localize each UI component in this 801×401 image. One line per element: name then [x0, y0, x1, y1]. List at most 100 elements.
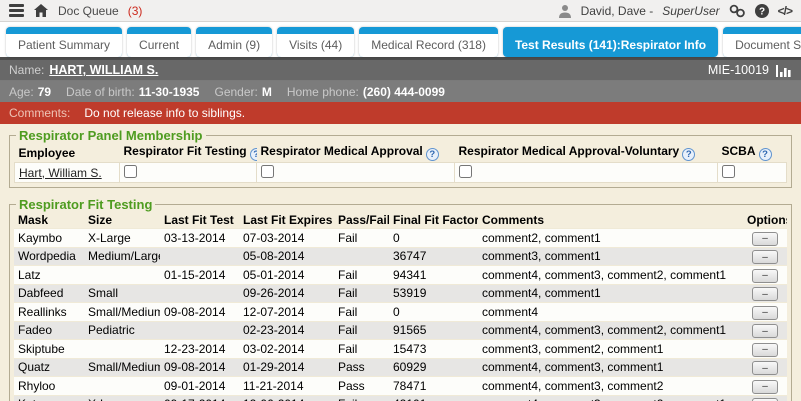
patient-name-bar: Name: HART, WILLIAM S. MIE-10019: [0, 60, 801, 81]
fit-testing-body: Kaymbo X-Large 03-13-2014 07-03-2014 Fai…: [14, 229, 787, 401]
row-options-button[interactable]: –: [752, 306, 778, 320]
table-row: Rhyloo 09-01-2014 11-21-2014 Pass 78471 …: [14, 377, 787, 396]
tab-test-results-respirator-info[interactable]: Test Results (141):Respirator Info: [503, 27, 718, 57]
menu-icon[interactable]: [9, 4, 24, 17]
respirator-medical-approval-checkbox[interactable]: [261, 165, 274, 178]
pass-fail-cell: Fail: [334, 395, 389, 401]
doc-queue-count: (3): [128, 4, 143, 18]
respirator-fit-testing-fieldset: Respirator Fit Testing Mask Size Last Fi…: [9, 197, 792, 401]
table-row: Kaymbo X-Large 03-13-2014 07-03-2014 Fai…: [14, 229, 787, 248]
age-value: 79: [38, 85, 51, 99]
employee-link[interactable]: Hart, William S.: [19, 166, 102, 180]
col-options: Options: [743, 212, 787, 229]
last-fit-expires-cell: 01-29-2014: [239, 358, 334, 377]
table-row: Dabfeed Small 09-26-2014 Fail 53919 comm…: [14, 284, 787, 303]
scba-checkbox[interactable]: [722, 165, 735, 178]
help-icon[interactable]: ?: [682, 148, 695, 161]
code-icon[interactable]: </>: [778, 4, 792, 18]
comments-cell: comment4, comment3, comment2, comment1: [478, 321, 743, 340]
home-icon[interactable]: [33, 3, 49, 18]
last-fit-test-cell: 12-23-2014: [160, 340, 239, 359]
row-options-button[interactable]: –: [752, 324, 778, 338]
app-title[interactable]: Doc Queue: [58, 4, 119, 18]
final-fit-factor-cell: 94341: [389, 266, 478, 285]
table-row: Fadeo Pediatric 02-23-2014 Fail 91565 co…: [14, 321, 787, 340]
final-fit-factor-cell: 0: [389, 229, 478, 248]
last-fit-test-cell: [160, 247, 239, 266]
col-respirator-medical-approval: Respirator Medical Approval?: [257, 143, 455, 163]
col-scba: SCBA?: [718, 143, 787, 163]
row-options-button[interactable]: –: [752, 250, 778, 264]
row-options-button[interactable]: –: [752, 380, 778, 394]
final-fit-factor-cell: 0: [389, 303, 478, 322]
size-cell: Medium/Large: [84, 247, 160, 266]
table-row: Reallinks Small/Medium 09-08-2014 12-07-…: [14, 303, 787, 322]
last-fit-test-cell: 09-01-2014: [160, 377, 239, 396]
col-size: Size: [84, 212, 160, 229]
size-cell: X-Large: [84, 395, 160, 401]
comments-cell: comment3, comment2, comment1: [478, 340, 743, 359]
user-icon: [558, 4, 572, 18]
table-row: Skiptube 12-23-2014 03-02-2014 Fail 1547…: [14, 340, 787, 359]
tab-admin[interactable]: Admin (9): [196, 27, 272, 57]
tab-visits[interactable]: Visits (44): [277, 27, 354, 57]
fit-testing-legend: Respirator Fit Testing: [16, 197, 155, 212]
final-fit-factor-cell: 15473: [389, 340, 478, 359]
mask-cell: Katz: [14, 395, 84, 401]
user-role: SuperUser: [662, 4, 719, 18]
table-row: Quatz Small/Medium 09-08-2014 01-29-2014…: [14, 358, 787, 377]
row-options-button[interactable]: –: [752, 269, 778, 283]
content-area: Respirator Panel Membership Employee Res…: [0, 124, 801, 401]
last-fit-expires-cell: 03-02-2014: [239, 340, 334, 359]
pass-fail-cell: Pass: [334, 358, 389, 377]
size-cell: [84, 377, 160, 396]
panel-membership-legend: Respirator Panel Membership: [16, 128, 206, 143]
help-icon[interactable]: ?: [250, 148, 257, 161]
help-circle-icon[interactable]: ?: [755, 4, 769, 18]
row-options-button[interactable]: –: [752, 343, 778, 357]
pass-fail-cell: Fail: [334, 340, 389, 359]
tab-medical-record[interactable]: Medical Record (318): [359, 27, 498, 57]
age-label: Age:: [9, 85, 34, 99]
last-fit-test-cell: 01-15-2014: [160, 266, 239, 285]
comments-cell: comment4, comment3, comment2: [478, 377, 743, 396]
row-options-button[interactable]: –: [752, 232, 778, 246]
final-fit-factor-cell: 36747: [389, 247, 478, 266]
size-cell: Small/Medium: [84, 358, 160, 377]
mask-cell: Skiptube: [14, 340, 84, 359]
respirator-fit-testing-checkbox[interactable]: [124, 165, 137, 178]
final-fit-factor-cell: 42101: [389, 395, 478, 401]
comments-text: Do not release info to siblings.: [84, 106, 245, 120]
panel-membership-row: Hart, William S.: [15, 163, 787, 183]
link-icon[interactable]: [729, 4, 746, 18]
comments-cell: comment4: [478, 303, 743, 322]
respirator-panel-membership-fieldset: Respirator Panel Membership Employee Res…: [9, 128, 792, 188]
col-respirator-fit-testing: Respirator Fit Testing?: [120, 143, 257, 163]
tab-document-summary[interactable]: Document Summary (327): [723, 27, 801, 57]
final-fit-factor-cell: 60929: [389, 358, 478, 377]
dob-value: 11-30-1935: [139, 85, 200, 99]
col-mask: Mask: [14, 212, 84, 229]
demographics-bar: Age:79 Date of birth:11-30-1935 Gender:M…: [0, 81, 801, 102]
respirator-medical-approval-voluntary-checkbox[interactable]: [459, 165, 472, 178]
help-icon[interactable]: ?: [759, 148, 772, 161]
top-app-bar: Doc Queue (3) David, Dave - SuperUser ? …: [0, 0, 801, 22]
pass-fail-cell: Fail: [334, 229, 389, 248]
size-cell: Pediatric: [84, 321, 160, 340]
gender-value: M: [262, 85, 272, 99]
row-options-button[interactable]: –: [752, 287, 778, 301]
tab-current[interactable]: Current: [127, 27, 191, 57]
help-icon[interactable]: ?: [426, 148, 439, 161]
mask-cell: Fadeo: [14, 321, 84, 340]
mask-cell: Dabfeed: [14, 284, 84, 303]
panel-membership-header-row: Employee Respirator Fit Testing? Respira…: [15, 143, 787, 163]
user-name[interactable]: David, Dave -: [581, 4, 654, 18]
size-cell: X-Large: [84, 229, 160, 248]
chart-icon[interactable]: [776, 64, 792, 77]
mask-cell: Kaymbo: [14, 229, 84, 248]
pass-fail-cell: Fail: [334, 284, 389, 303]
row-options-button[interactable]: –: [752, 361, 778, 375]
tab-patient-summary[interactable]: Patient Summary: [6, 27, 122, 57]
patient-name-link[interactable]: HART, WILLIAM S.: [49, 63, 158, 77]
comments-cell: comment4, comment1: [478, 284, 743, 303]
